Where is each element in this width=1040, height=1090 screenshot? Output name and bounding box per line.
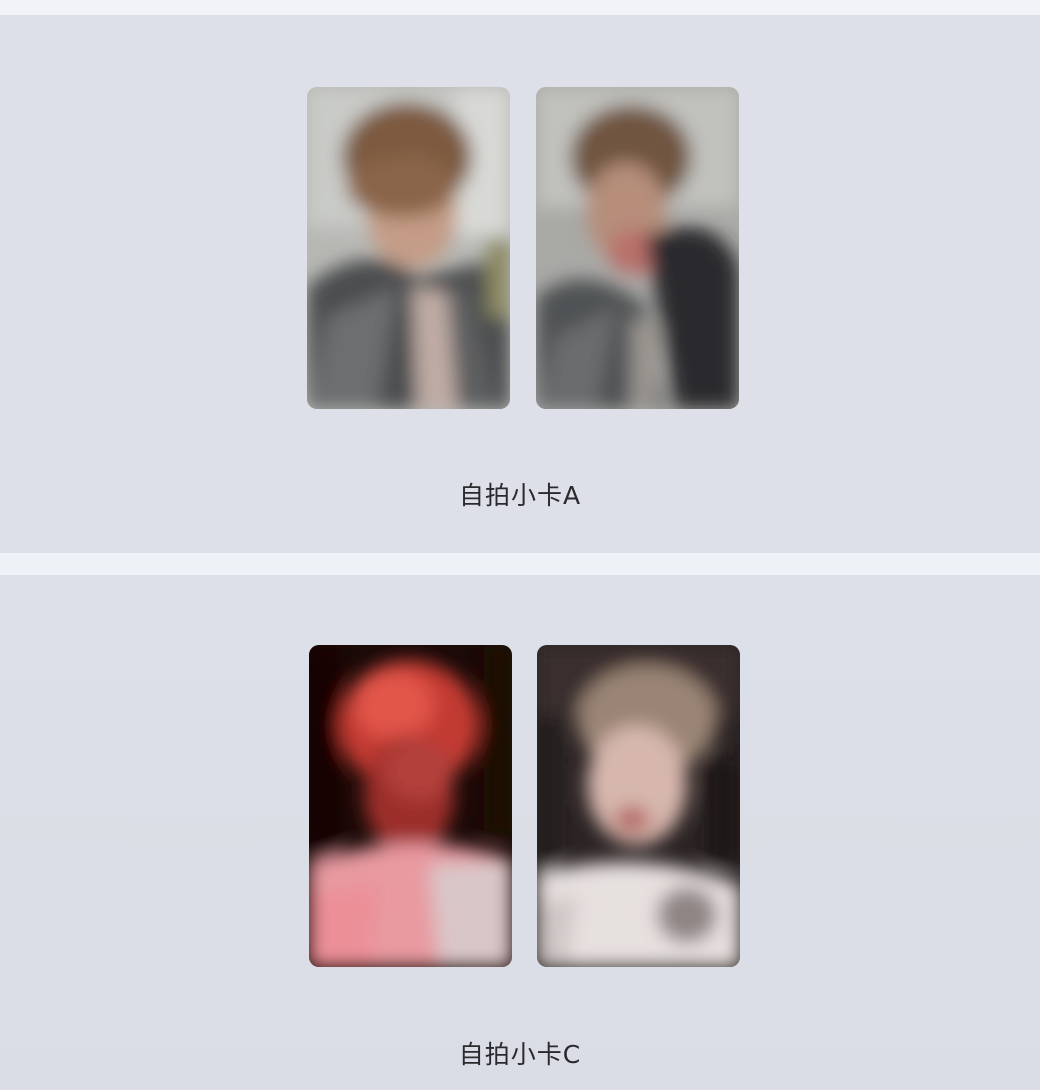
page: 自拍小卡A 自拍小卡C (0, 0, 1040, 1090)
caption-section-a: 自拍小卡A (458, 481, 582, 510)
section-photocard-a (0, 15, 1040, 553)
top-strip (0, 0, 1040, 15)
photocard-c-2[interactable] (537, 645, 740, 967)
photocard-c-1[interactable] (309, 645, 512, 967)
photocard-a-2[interactable] (536, 87, 739, 409)
photocard-a-1-image (307, 87, 510, 409)
caption-section-c: 自拍小卡C (458, 1040, 582, 1069)
section-photocard-c (0, 575, 1040, 1090)
photocard-a-1[interactable] (307, 87, 510, 409)
section-divider (0, 553, 1040, 575)
photocard-a-2-image (536, 87, 739, 409)
photocard-c-2-image (537, 645, 740, 967)
photocard-c-1-image (309, 645, 512, 967)
